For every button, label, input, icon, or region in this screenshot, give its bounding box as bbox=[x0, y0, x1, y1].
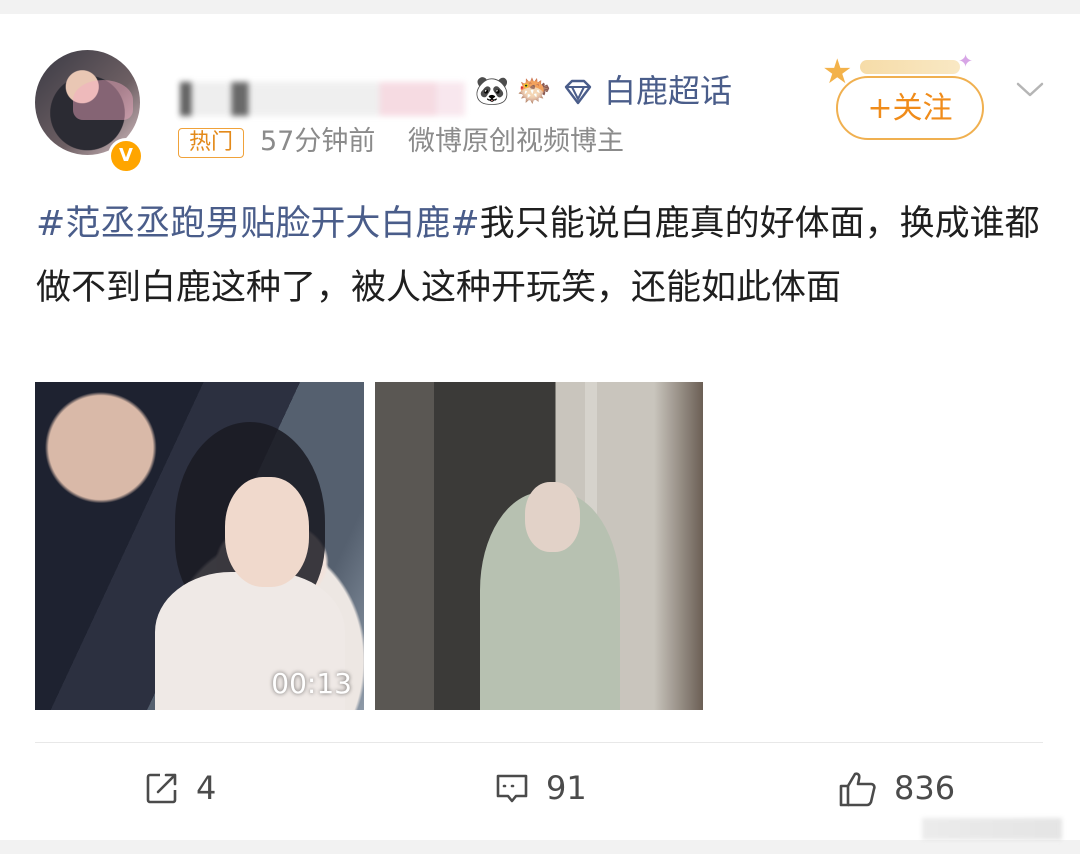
pufferfish-icon: 🐡 bbox=[516, 74, 552, 107]
video-thumbnail[interactable]: 00:13 bbox=[35, 382, 364, 710]
thumbnail-figure-face bbox=[225, 477, 309, 587]
verified-badge-icon: V bbox=[108, 138, 144, 174]
watermark-redacted bbox=[922, 818, 1062, 840]
username-redacted[interactable] bbox=[180, 82, 465, 116]
ribbon-decoration bbox=[860, 60, 960, 74]
post-time: 57分钟前 bbox=[260, 126, 376, 157]
hashtag-link[interactable]: #范丞丞跑男贴脸开大白鹿# bbox=[36, 204, 480, 244]
weibo-post-card: V 🐼 🐡 白鹿超话 ★ ✦ +关注 热门 57分钟前 微博原创视频博主 #范丞… bbox=[0, 14, 1080, 840]
like-count: 836 bbox=[894, 769, 956, 807]
hot-badge: 热门 bbox=[178, 128, 244, 158]
supertopic-link[interactable]: 白鹿超话 bbox=[604, 70, 732, 112]
avatar-frame-decoration bbox=[73, 80, 133, 120]
post-text: #范丞丞跑男贴脸开大白鹿#我只能说白鹿真的好体面，换成谁都做不到白鹿这种了，被人… bbox=[36, 192, 1046, 320]
comment-icon bbox=[496, 774, 528, 803]
chevron-down-icon[interactable] bbox=[1012, 74, 1048, 104]
follow-button[interactable]: +关注 bbox=[836, 76, 984, 140]
action-bar-divider bbox=[35, 742, 1043, 743]
panda-icon: 🐼 bbox=[474, 74, 510, 107]
diamond-icon bbox=[564, 79, 592, 105]
image-thumbnail[interactable] bbox=[375, 382, 703, 710]
thumbnail-figure-face bbox=[525, 482, 580, 552]
comment-count: 91 bbox=[546, 769, 587, 807]
repost-icon bbox=[146, 773, 177, 804]
video-duration: 00:13 bbox=[271, 667, 352, 700]
repost-count: 4 bbox=[196, 769, 217, 807]
post-source: 微博原创视频博主 bbox=[408, 126, 624, 157]
sparkle-decoration-icon: ✦ bbox=[958, 51, 974, 72]
thumbs-up-icon bbox=[839, 772, 876, 807]
